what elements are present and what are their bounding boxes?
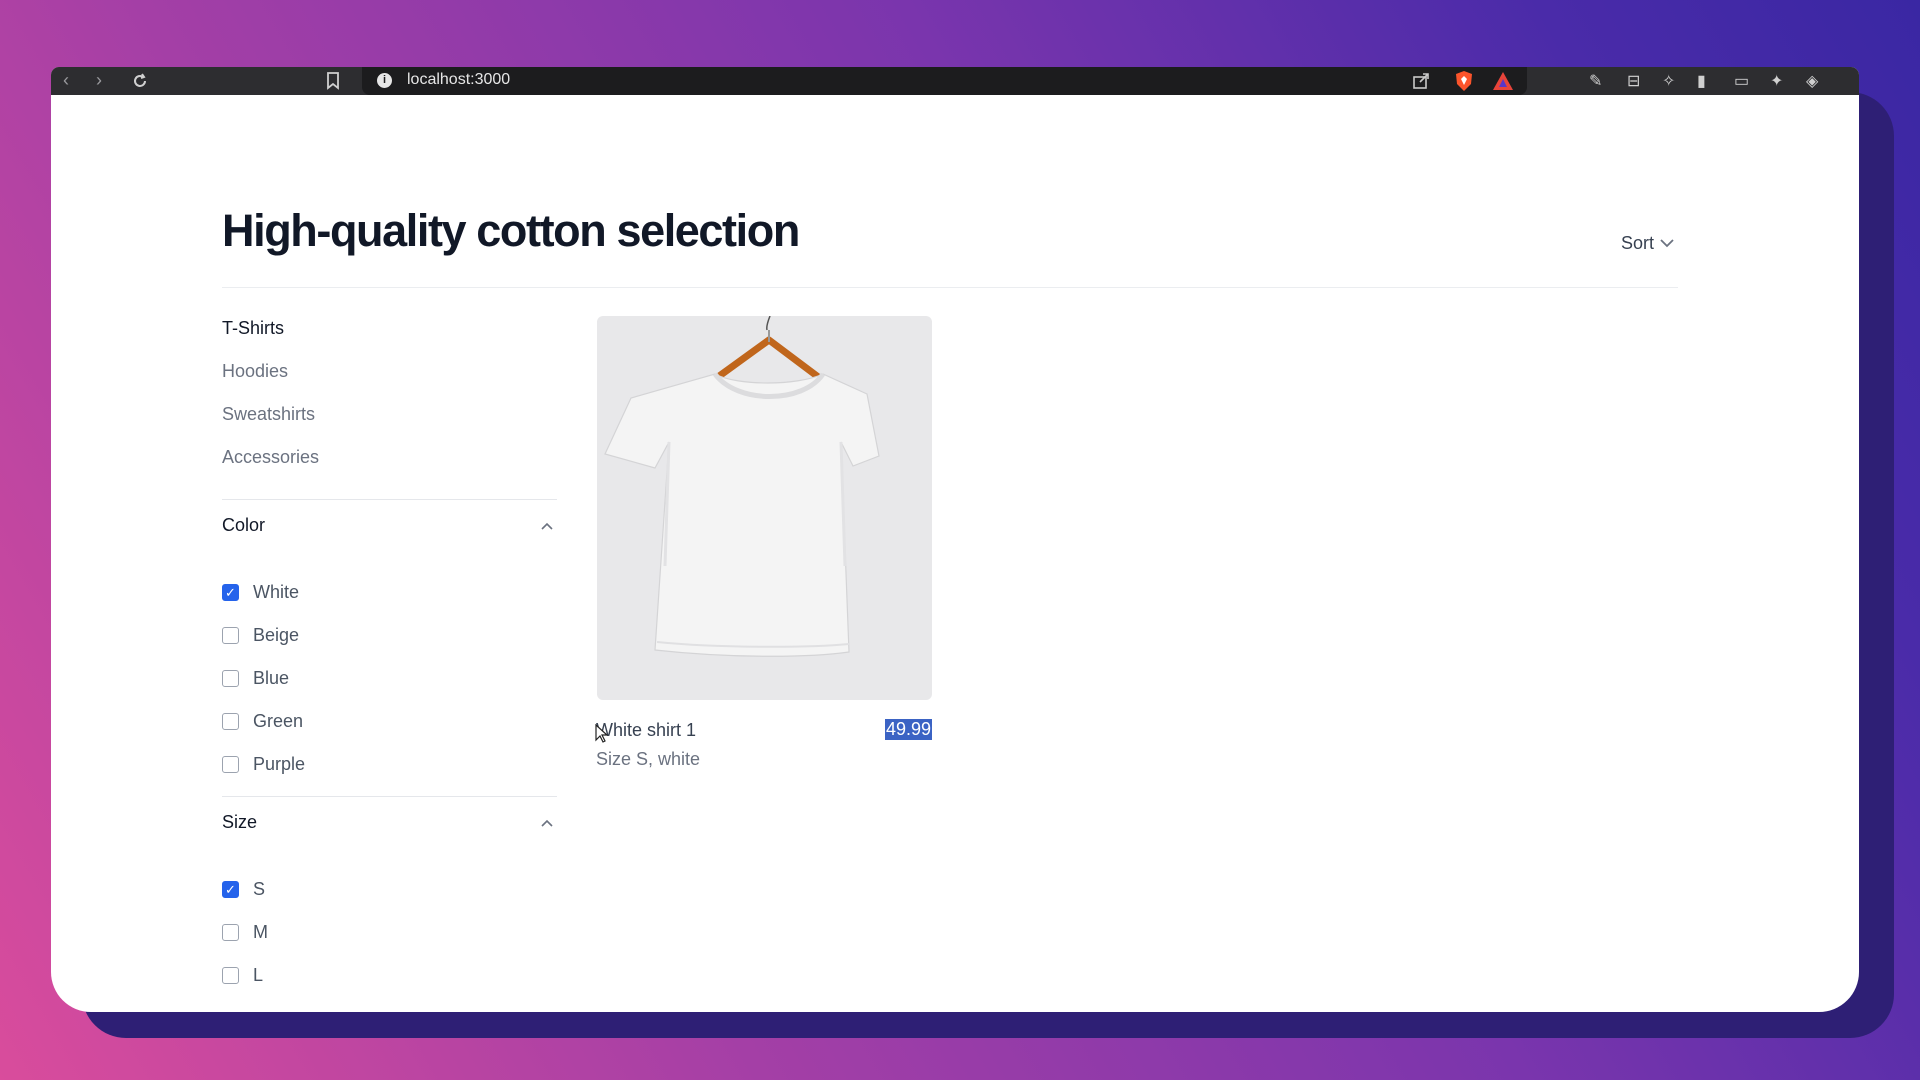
color-filter-label: Color <box>222 515 266 535</box>
color-option-white: ✓ White <box>222 582 299 603</box>
checkbox-m[interactable] <box>222 924 239 941</box>
page-title: High-quality cotton selection <box>222 205 800 256</box>
wallet-icon[interactable]: ▭ <box>1734 71 1749 91</box>
brave-shield-icon[interactable] <box>1454 70 1474 92</box>
size-option-m: M <box>222 922 268 943</box>
header-divider <box>222 287 1678 288</box>
size-filter-label: Size <box>222 812 258 832</box>
filter-divider <box>222 796 557 797</box>
size-option-s: ✓ S <box>222 879 265 900</box>
checkbox-beige[interactable] <box>222 627 239 644</box>
product-price: 49.99 <box>885 719 933 740</box>
browser-toolbar: ‹ › i localhost:3000 ✎ ⊟ ✧ ▮ ▭ ✦ ◈ <box>51 67 1859 95</box>
puzzle-icon[interactable]: ✧ <box>1662 71 1675 91</box>
size-option-l: L <box>222 965 263 986</box>
white-tshirt-on-hanger <box>604 316 880 657</box>
sort-label: Sort <box>1621 233 1655 253</box>
product-meta: Size S, white <box>596 749 701 769</box>
pen-icon[interactable]: ✎ <box>1589 71 1602 91</box>
chevron-down-icon <box>1660 239 1674 248</box>
sparkle-icon[interactable]: ✦ <box>1770 71 1783 91</box>
color-option-purple: Purple <box>222 754 305 775</box>
checkbox-blue[interactable] <box>222 670 239 687</box>
category-hoodies[interactable]: Hoodies <box>222 361 288 382</box>
option-label: White <box>253 582 300 602</box>
vpn-icon[interactable]: ◈ <box>1806 71 1818 91</box>
back-icon[interactable]: ‹ <box>63 70 69 91</box>
option-label: L <box>253 965 264 985</box>
option-label: Blue <box>253 668 290 688</box>
color-option-beige: Beige <box>222 625 299 646</box>
address-bar[interactable]: i localhost:3000 <box>362 67 1527 95</box>
text-cursor-icon <box>595 724 608 743</box>
option-label: M <box>253 922 268 942</box>
chevron-up-icon <box>541 819 553 827</box>
forward-icon[interactable]: › <box>96 70 102 91</box>
color-filter-header[interactable]: Color <box>222 515 557 536</box>
share-icon[interactable] <box>1412 72 1430 90</box>
bookmark-icon[interactable] <box>326 72 340 90</box>
checkbox-green[interactable] <box>222 713 239 730</box>
option-label: S <box>253 879 266 899</box>
color-option-green: Green <box>222 711 303 732</box>
reload-icon[interactable] <box>131 72 149 90</box>
info-icon[interactable]: i <box>377 73 392 88</box>
option-label: Green <box>253 711 304 731</box>
sort-button[interactable]: Sort <box>1621 233 1674 254</box>
checkbox-white[interactable]: ✓ <box>222 584 239 601</box>
extension-icon[interactable]: ⊟ <box>1627 71 1640 91</box>
url-text: localhost:3000 <box>407 71 511 88</box>
option-label: Beige <box>253 625 300 645</box>
category-accessories[interactable]: Accessories <box>222 447 319 468</box>
checkbox-purple[interactable] <box>222 756 239 773</box>
category-sweatshirts[interactable]: Sweatshirts <box>222 404 315 425</box>
color-option-blue: Blue <box>222 668 289 689</box>
filter-divider <box>222 499 557 500</box>
category-tshirts[interactable]: T-Shirts <box>222 318 284 339</box>
product-name[interactable]: White shirt 1 <box>596 720 696 741</box>
brave-rewards-icon[interactable] <box>1492 71 1514 91</box>
sidebar-icon[interactable]: ▮ <box>1697 71 1706 91</box>
checkbox-s[interactable]: ✓ <box>222 881 239 898</box>
option-label: Purple <box>253 754 306 774</box>
checkbox-l[interactable] <box>222 967 239 984</box>
product-image[interactable] <box>597 316 932 700</box>
size-filter-header[interactable]: Size <box>222 812 557 833</box>
chevron-up-icon <box>541 522 553 530</box>
browser-window: ‹ › i localhost:3000 ✎ ⊟ ✧ ▮ ▭ ✦ ◈ High-… <box>51 67 1859 1012</box>
